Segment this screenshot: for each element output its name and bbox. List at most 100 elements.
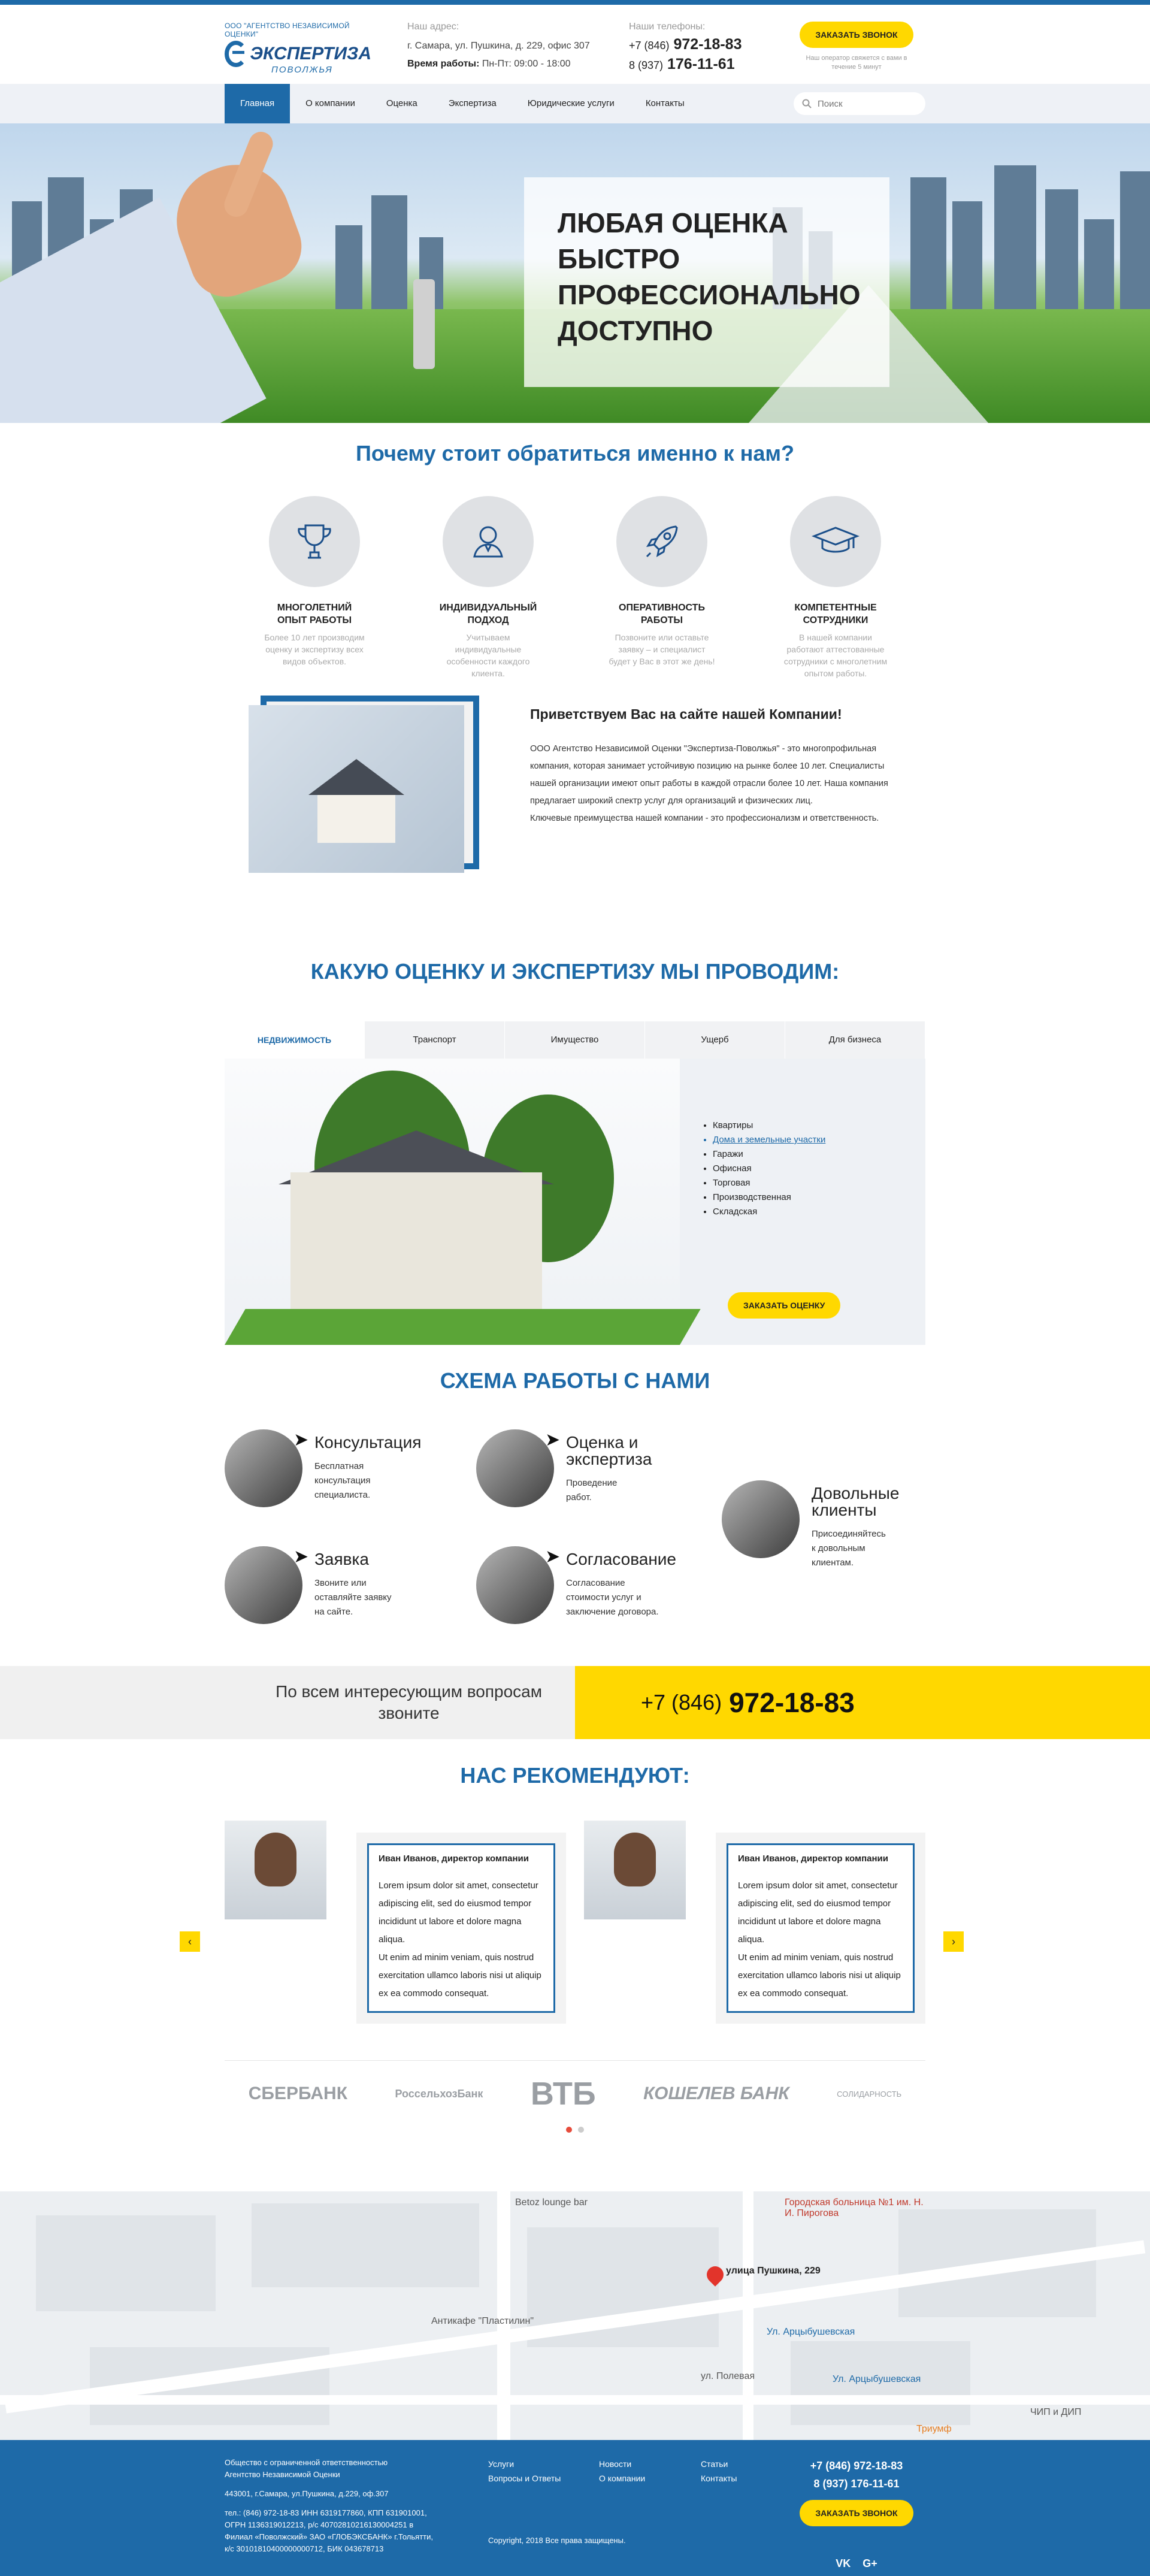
service-item[interactable]: Производственная bbox=[713, 1190, 825, 1205]
partner-logo-solidarnost[interactable]: СОЛИДАРНОСТЬ bbox=[837, 2090, 901, 2099]
step-consultation: ➤ Консультация Бесплатная консультация спе… bbox=[225, 1429, 421, 1507]
nav-item-contacts[interactable]: Контакты bbox=[630, 84, 700, 123]
arrow-icon: ➤ bbox=[293, 1430, 309, 1450]
footer-order-call-button[interactable]: ЗАКАЗАТЬ ЗВОНОК bbox=[800, 2500, 913, 2526]
user-icon bbox=[473, 526, 503, 558]
feature-title: ОПЕРАТИВНОСТЬ bbox=[619, 603, 705, 613]
step-photo bbox=[476, 1429, 554, 1507]
location-map[interactable]: Betoz lounge bar Городская больница №1 и… bbox=[0, 2191, 1150, 2440]
tab-damage[interactable]: Ущерб bbox=[645, 1021, 785, 1059]
cta-phone[interactable]: +7 (846) 972-18-83 bbox=[575, 1666, 1150, 1739]
step-photo bbox=[225, 1429, 302, 1507]
step-title: Консультация bbox=[314, 1433, 422, 1452]
carousel-dot[interactable] bbox=[566, 2127, 572, 2133]
footer-phone[interactable]: +7 (846) 972-18-83 bbox=[788, 2457, 925, 2475]
cta-text: По всем интересующим вопросам звоните bbox=[276, 1681, 542, 1724]
next-arrow-button[interactable]: › bbox=[943, 1931, 964, 1952]
step-title: Заявка bbox=[314, 1550, 369, 1568]
step-text: Бесплатная bbox=[314, 1461, 364, 1471]
reviews-section: НАС РЕКОМЕНДУЮТ: ‹ Иван Иванов, директор… bbox=[0, 1739, 1150, 2191]
nav-item-home[interactable]: Главная bbox=[225, 84, 290, 123]
search-input[interactable] bbox=[818, 98, 907, 109]
footer-text: тел.: (846) 972-18-83 ИНН 6319177860, КП… bbox=[225, 2508, 427, 2517]
step-title: Довольные bbox=[812, 1484, 900, 1502]
step-text: к довольным bbox=[812, 1543, 865, 1553]
feature-speed: ОПЕРАТИВНОСТЬ РАБОТЫ Позвоните или остав… bbox=[608, 496, 716, 679]
step-text: оставляйте заявку bbox=[314, 1592, 392, 1603]
reviewer-name: Иван Иванов, директор компании bbox=[738, 1854, 888, 1864]
prev-arrow-button[interactable]: ‹ bbox=[180, 1931, 200, 1952]
arrow-icon: ➤ bbox=[545, 1547, 561, 1567]
cta-line: По всем интересующим вопросам bbox=[276, 1682, 542, 1701]
service-item[interactable]: Квартиры bbox=[713, 1118, 825, 1133]
google-plus-icon[interactable]: G+ bbox=[862, 2557, 877, 2569]
step-title: экспертиза bbox=[566, 1450, 652, 1468]
service-item[interactable]: Складская bbox=[713, 1205, 825, 1219]
footer-link[interactable]: О компании bbox=[599, 2471, 701, 2486]
service-item[interactable]: Дома и земельные участки bbox=[713, 1133, 825, 1147]
footer-link[interactable]: Контакты bbox=[701, 2471, 773, 2486]
feature-individual: ИНДИВИДУАЛЬНЫЙ ПОДХОД Учитываем индивиду… bbox=[434, 496, 542, 679]
partner-logo-sberbank[interactable]: СБЕРБАНК bbox=[249, 2084, 347, 2104]
section-title: Почему стоит обратиться именно к нам? bbox=[356, 441, 794, 465]
hero-line: ЛЮБАЯ ОЦЕНКА bbox=[558, 207, 788, 238]
footer-link[interactable]: Статьи bbox=[701, 2457, 773, 2471]
tab-property[interactable]: Имущество bbox=[505, 1021, 645, 1059]
address-label: Наш адрес: bbox=[407, 22, 459, 32]
footer-text: Общество с ограниченной ответственностью bbox=[225, 2458, 388, 2467]
partner-logo-vtb[interactable]: ВТБ bbox=[531, 2075, 596, 2112]
map-road bbox=[0, 2395, 1150, 2405]
review-card: Иван Иванов, директор компании Lorem ips… bbox=[584, 1821, 925, 2024]
vk-icon[interactable]: VK bbox=[836, 2557, 851, 2569]
partner-logo-rosselkhozbank[interactable]: РоссельхозБанк bbox=[395, 2088, 483, 2100]
review-text: Ut enim ad minim veniam, quis nostrud ex… bbox=[738, 1952, 901, 1998]
order-valuation-button[interactable]: ЗАКАЗАТЬ ОЦЕНКУ bbox=[728, 1292, 841, 1319]
cta-phone-number: 972-18-83 bbox=[729, 1687, 855, 1718]
order-call-button[interactable]: ЗАКАЗАТЬ ЗВОНОК bbox=[800, 22, 913, 48]
step-title: Согласование bbox=[566, 1550, 676, 1568]
tab-transport[interactable]: Транспорт bbox=[365, 1021, 505, 1059]
hours-label: Время работы: bbox=[407, 59, 480, 69]
service-item[interactable]: Офисная bbox=[713, 1162, 825, 1176]
nav-item-about[interactable]: О компании bbox=[290, 84, 371, 123]
footer-menu: Услуги Вопросы и Ответы bbox=[488, 2457, 599, 2570]
phone-1[interactable]: +7 (846) 972-18-83 bbox=[629, 36, 797, 53]
logo[interactable]: ООО "АГЕНТСТВО НЕЗАВИСИМОЙ ОЦЕНКИ" ЭКСПЕ… bbox=[225, 22, 371, 75]
footer-text: 443001, г.Самара, ул.Пушкина, д.229, оф.… bbox=[225, 2489, 389, 2498]
section-title: НАС РЕКОМЕНДУЮТ: bbox=[460, 1763, 690, 1788]
tab-business[interactable]: Для бизнеса bbox=[785, 1021, 925, 1059]
step-text: заключение договора. bbox=[566, 1607, 659, 1617]
tab-real-estate[interactable]: НЕДВИЖИМОСТЬ bbox=[225, 1021, 365, 1059]
footer-menu: Статьи Контакты bbox=[701, 2457, 773, 2570]
footer-link[interactable]: Новости bbox=[599, 2457, 701, 2471]
map-label: Ул. Арцыбушевская bbox=[833, 2374, 921, 2384]
welcome-image bbox=[249, 696, 479, 873]
site-footer: Общество с ограниченной ответственностью… bbox=[0, 2440, 1150, 2576]
nav-item-expertise[interactable]: Экспертиза bbox=[433, 84, 512, 123]
arrow-icon: ➤ bbox=[545, 1430, 561, 1450]
phones-label: Наши телефоны: bbox=[629, 22, 706, 32]
step-text: Звоните или bbox=[314, 1578, 367, 1588]
footer-text: Агентство Независимой Оценки bbox=[225, 2470, 340, 2479]
partners-strip: СБЕРБАНК РоссельхозБанк ВТБ КОШЕЛЕВ БАНК… bbox=[225, 2061, 925, 2127]
step-title: клиенты bbox=[812, 1501, 877, 1519]
phone-2[interactable]: 8 (937) 176-11-61 bbox=[629, 56, 797, 73]
partner-logo-koshelev[interactable]: КОШЕЛЕВ БАНК bbox=[643, 2084, 789, 2104]
footer-phone[interactable]: 8 (937) 176-11-61 bbox=[788, 2475, 925, 2493]
carousel-dot[interactable] bbox=[578, 2127, 584, 2133]
callback-note: Наш оператор свяжется с вами в течение 5… bbox=[806, 55, 907, 71]
service-item[interactable]: Гаражи bbox=[713, 1147, 825, 1162]
service-item[interactable]: Торговая bbox=[713, 1176, 825, 1190]
lawn-image bbox=[225, 1309, 701, 1345]
nav-item-valuation[interactable]: Оценка bbox=[371, 84, 433, 123]
hero-line: ДОСТУПНО bbox=[558, 315, 713, 346]
footer-link[interactable]: Вопросы и Ответы bbox=[488, 2471, 599, 2486]
welcome-section: Приветствуем Вас на сайте нашей Компании… bbox=[0, 696, 1150, 959]
address-text: г. Самара, ул. Пушкина, д. 229, офис 307 bbox=[407, 41, 590, 51]
footer-link[interactable]: Услуги bbox=[488, 2457, 599, 2471]
map-label: Ул. Арцыбушевская bbox=[767, 2327, 855, 2337]
feature-title: МНОГОЛЕТНИЙ bbox=[277, 603, 352, 613]
feature-title: ОПЫТ РАБОТЫ bbox=[277, 615, 352, 625]
welcome-text: Ключевые преимущества нашей компании - э… bbox=[530, 814, 879, 823]
nav-item-legal[interactable]: Юридические услуги bbox=[512, 84, 630, 123]
